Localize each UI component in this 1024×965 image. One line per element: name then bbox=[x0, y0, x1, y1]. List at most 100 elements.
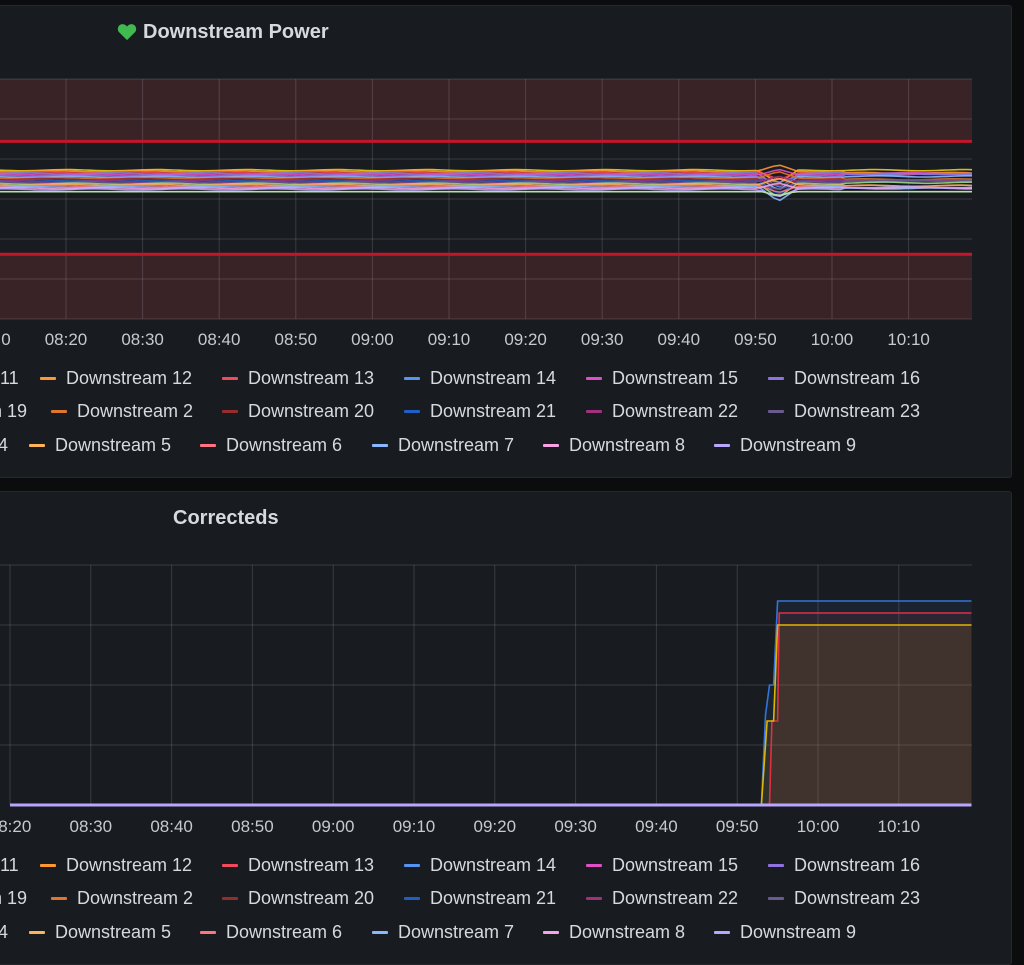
legend-swatch bbox=[29, 444, 45, 447]
legend-item-downstream-2[interactable]: Downstream 2 bbox=[51, 401, 193, 422]
x-tick-label: 08:30 bbox=[70, 817, 113, 836]
legend-item-downstream-9[interactable]: Downstream 9 bbox=[714, 435, 856, 456]
legend-swatch bbox=[404, 410, 420, 413]
legend-label: Downstream 21 bbox=[430, 401, 557, 421]
legend-item-downstream-21[interactable]: Downstream 21 bbox=[404, 888, 556, 909]
legend-item-downstream-8[interactable]: Downstream 8 bbox=[543, 922, 685, 943]
legend-label: Downstream 2 bbox=[77, 888, 194, 908]
legend-label: Downstream 6 bbox=[226, 922, 343, 942]
legend-item-downstream-15[interactable]: Downstream 15 bbox=[586, 855, 738, 876]
legend-item-downstream-5[interactable]: Downstream 5 bbox=[29, 435, 171, 456]
legend-swatch bbox=[372, 931, 388, 934]
legend-item-downstream-13[interactable]: Downstream 13 bbox=[222, 855, 374, 876]
legend-item-downstream-15[interactable]: Downstream 15 bbox=[586, 368, 738, 389]
x-tick-label: 10:00 bbox=[797, 817, 840, 836]
legend-item-downstream-22[interactable]: Downstream 22 bbox=[586, 401, 738, 422]
x-tick-label: 08:50 bbox=[231, 817, 274, 836]
legend-label: Downstream 14 bbox=[430, 855, 557, 875]
legend-swatch bbox=[40, 864, 56, 867]
x-tick-label: 09:50 bbox=[716, 817, 759, 836]
legend-item-downstream-12[interactable]: Downstream 12 bbox=[40, 368, 192, 389]
legend-item-downstream-11[interactable]: 11 bbox=[0, 855, 19, 876]
legend-item-downstream-6[interactable]: Downstream 6 bbox=[200, 435, 342, 456]
legend-swatch bbox=[200, 931, 216, 934]
legend-swatch bbox=[222, 377, 238, 380]
legend-swatch bbox=[768, 864, 784, 867]
legend-label: Downstream 9 bbox=[740, 435, 857, 455]
legend-item-downstream-2[interactable]: Downstream 2 bbox=[51, 888, 193, 909]
legend-item-downstream-7[interactable]: Downstream 7 bbox=[372, 922, 514, 943]
legend-item-downstream-6[interactable]: Downstream 6 bbox=[200, 922, 342, 943]
legend-swatch bbox=[404, 864, 420, 867]
legend-item-downstream-20[interactable]: Downstream 20 bbox=[222, 401, 374, 422]
legend-item-downstream-22[interactable]: Downstream 22 bbox=[586, 888, 738, 909]
legend-label: Downstream 8 bbox=[569, 922, 686, 942]
legend-label: Downstream 13 bbox=[248, 855, 375, 875]
legend-label: 4 bbox=[0, 435, 9, 455]
legend-item-downstream-14[interactable]: Downstream 14 bbox=[404, 368, 556, 389]
legend-label: Downstream 15 bbox=[612, 855, 739, 875]
legend-label: Downstream 13 bbox=[248, 368, 375, 388]
legend-label: Downstream 20 bbox=[248, 401, 375, 421]
legend-item-downstream-19[interactable]: n 19 bbox=[0, 401, 27, 422]
legend-item-downstream-23[interactable]: Downstream 23 bbox=[768, 401, 920, 422]
legend-label: Downstream 5 bbox=[55, 922, 172, 942]
legend-label: Downstream 7 bbox=[398, 922, 515, 942]
legend-item-downstream-12[interactable]: Downstream 12 bbox=[40, 855, 192, 876]
legend-swatch bbox=[586, 410, 602, 413]
legend-label: Downstream 23 bbox=[794, 401, 921, 421]
legend-label: n 19 bbox=[0, 888, 28, 908]
legend-swatch bbox=[768, 897, 784, 900]
x-tick-label: 08:20 bbox=[0, 817, 31, 836]
legend-item-downstream-4[interactable]: 4 bbox=[0, 922, 8, 943]
legend-swatch bbox=[222, 410, 238, 413]
legend-label: Downstream 21 bbox=[430, 888, 557, 908]
legend-swatch bbox=[586, 897, 602, 900]
legend-item-downstream-13[interactable]: Downstream 13 bbox=[222, 368, 374, 389]
legend-label: 11 bbox=[0, 855, 19, 875]
legend-swatch bbox=[714, 931, 730, 934]
legend-item-downstream-4[interactable]: 4 bbox=[0, 435, 8, 456]
legend-swatch bbox=[404, 377, 420, 380]
legend-swatch bbox=[29, 931, 45, 934]
legend-swatch bbox=[404, 897, 420, 900]
legend-swatch bbox=[586, 377, 602, 380]
legend-label: Downstream 12 bbox=[66, 855, 193, 875]
legend-item-downstream-14[interactable]: Downstream 14 bbox=[404, 855, 556, 876]
x-tick-label: 10:10 bbox=[878, 817, 921, 836]
legend-label: Downstream 16 bbox=[794, 368, 921, 388]
legend-label: Downstream 20 bbox=[248, 888, 375, 908]
x-tick-label: 09:20 bbox=[474, 817, 517, 836]
legend-swatch bbox=[51, 897, 67, 900]
legend-item-downstream-16[interactable]: Downstream 16 bbox=[768, 855, 920, 876]
legend-item-downstream-21[interactable]: Downstream 21 bbox=[404, 401, 556, 422]
legend-label: Downstream 22 bbox=[612, 888, 739, 908]
legend-swatch bbox=[200, 444, 216, 447]
legend-item-downstream-11[interactable]: 11 bbox=[0, 368, 19, 389]
legend-label: Downstream 8 bbox=[569, 435, 686, 455]
legend-label: 4 bbox=[0, 922, 9, 942]
legend-swatch bbox=[543, 444, 559, 447]
legend-item-downstream-9[interactable]: Downstream 9 bbox=[714, 922, 856, 943]
legend-item-downstream-20[interactable]: Downstream 20 bbox=[222, 888, 374, 909]
legend-label: Downstream 6 bbox=[226, 435, 343, 455]
x-tick-label: 09:00 bbox=[312, 817, 355, 836]
legend-item-downstream-5[interactable]: Downstream 5 bbox=[29, 922, 171, 943]
chart-correcteds[interactable]: 08:20 08:30 08:40 08:50 09:00 09:10 09:20 09:30… bbox=[0, 0, 1024, 965]
legend-swatch bbox=[768, 377, 784, 380]
legend-item-downstream-7[interactable]: Downstream 7 bbox=[372, 435, 514, 456]
legend-label: n 19 bbox=[0, 401, 28, 421]
legend-swatch bbox=[51, 410, 67, 413]
legend-item-downstream-16[interactable]: Downstream 16 bbox=[768, 368, 920, 389]
legend-item-downstream-8[interactable]: Downstream 8 bbox=[543, 435, 685, 456]
legend-swatch bbox=[714, 444, 730, 447]
legend-label: Downstream 14 bbox=[430, 368, 557, 388]
legend-label: Downstream 12 bbox=[66, 368, 193, 388]
x-tick-label: 09:10 bbox=[393, 817, 436, 836]
legend-label: 11 bbox=[0, 368, 19, 388]
legend-swatch bbox=[40, 377, 56, 380]
legend-item-downstream-19[interactable]: n 19 bbox=[0, 888, 27, 909]
legend-item-downstream-23[interactable]: Downstream 23 bbox=[768, 888, 920, 909]
x-tick-label: 09:40 bbox=[635, 817, 678, 836]
legend-label: Downstream 22 bbox=[612, 401, 739, 421]
